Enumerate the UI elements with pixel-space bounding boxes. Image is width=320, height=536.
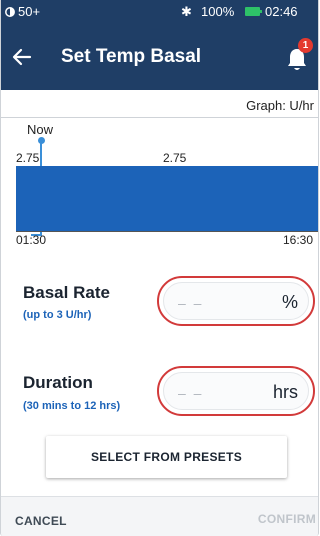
app-header: Set Temp Basal 1 — [1, 24, 318, 90]
notification-badge: 1 — [298, 38, 313, 53]
page-title: Set Temp Basal — [61, 46, 202, 67]
battery-percent: 100% — [201, 4, 235, 19]
status-time: 02:46 — [265, 4, 298, 19]
status-left-text: 50+ — [18, 4, 41, 19]
cancel-button[interactable]: CANCEL — [15, 514, 67, 528]
duration-unit: hrs — [272, 382, 298, 402]
graph-unit-label: Graph: U/hr — [246, 98, 314, 113]
graph-rate-start: 2.75 — [16, 151, 40, 165]
basal-rate-hint: (up to 3 U/hr) — [23, 309, 92, 321]
basal-rate-placeholder: – – — [178, 295, 204, 311]
graph-time-start: 01:30 — [16, 233, 47, 247]
graph-axis — [16, 231, 318, 232]
notification-dot-icon — [5, 6, 15, 17]
footer-bar: CANCEL CONFIRM — [1, 496, 318, 536]
basal-rate-input[interactable]: – – % — [157, 276, 315, 326]
duration-hint: (30 mins to 12 hrs) — [23, 400, 121, 412]
graph-time-end: 16:30 — [282, 233, 313, 247]
battery-icon — [245, 7, 262, 16]
confirm-button[interactable]: CONFIRM — [258, 512, 316, 526]
back-arrow-icon[interactable] — [9, 44, 35, 70]
basal-rate-input-inner: – – % — [163, 282, 309, 320]
status-bar: 50+ ✱ 100% 02:46 — [1, 0, 318, 24]
duration-placeholder: – – — [178, 385, 204, 401]
duration-input-inner: – – hrs — [163, 372, 309, 410]
basal-rate-title: Basal Rate — [23, 283, 110, 302]
graph-rate-mid: 2.75 — [163, 151, 187, 165]
app-screen: 50+ ✱ 100% 02:46 Set Temp Basal 1 Graph:… — [0, 0, 319, 536]
bluetooth-icon: ✱ — [181, 4, 192, 19]
duration-title: Duration — [23, 373, 93, 392]
basal-graph-bar — [16, 166, 318, 231]
basal-rate-unit: % — [281, 292, 298, 312]
now-label: Now — [27, 122, 54, 137]
graph-header: Graph: U/hr — [1, 90, 318, 118]
status-left: 50+ — [5, 4, 40, 19]
duration-input[interactable]: – – hrs — [157, 366, 315, 416]
select-from-presets-button[interactable]: SELECT FROM PRESETS — [46, 436, 287, 478]
